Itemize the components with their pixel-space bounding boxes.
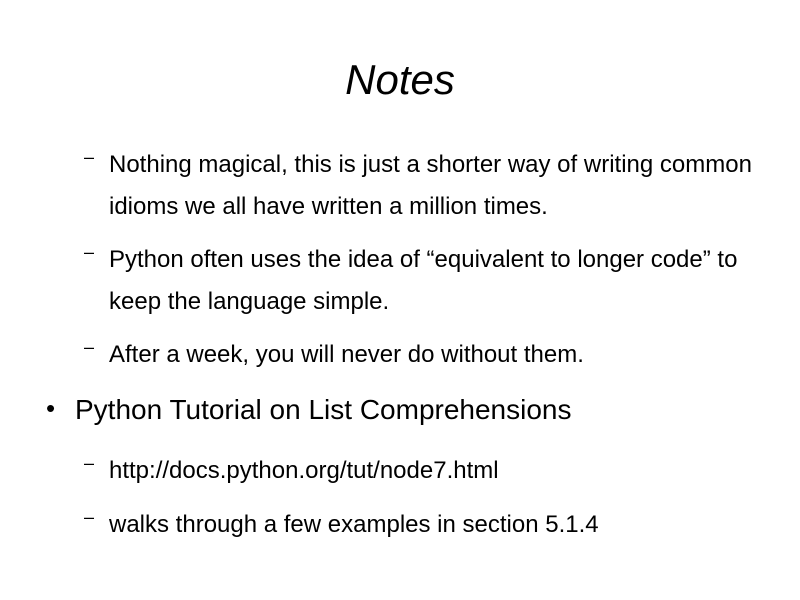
bullet-item: • Python Tutorial on List Comprehensions: [46, 390, 766, 430]
link-text: http://docs.python.org/tut/node7.html: [109, 457, 499, 484]
dash-marker: –: [84, 507, 95, 527]
sub-bullet-text: Nothing magical, this is just a shorter …: [109, 151, 752, 220]
sub-bullet-text: After a week, you will never do without …: [109, 341, 584, 368]
dash-marker: –: [84, 242, 95, 262]
sub-bullet-item: – Nothing magical, this is just a shorte…: [84, 144, 764, 228]
dash-marker: –: [84, 147, 95, 167]
bullet-marker: •: [46, 393, 56, 423]
sub-bullet-item: – After a week, you will never do withou…: [84, 334, 764, 376]
sub-bullet-item: – walks through a few examples in sectio…: [84, 504, 764, 546]
dash-marker: –: [84, 453, 95, 473]
sub-bullet-text: walks through a few examples in section …: [109, 511, 599, 538]
sub-bullet-item: – Python often uses the idea of “equival…: [84, 239, 764, 323]
dash-marker: –: [84, 337, 95, 357]
slide-title: Notes: [345, 56, 455, 103]
slide: Notes – Nothing magical, this is just a …: [0, 0, 800, 600]
sub-bullet-text: Python often uses the idea of “equivalen…: [109, 246, 738, 315]
sub-bullet-item: – http://docs.python.org/tut/node7.html: [84, 450, 764, 492]
bullet-text: Python Tutorial on List Comprehensions: [75, 394, 572, 425]
